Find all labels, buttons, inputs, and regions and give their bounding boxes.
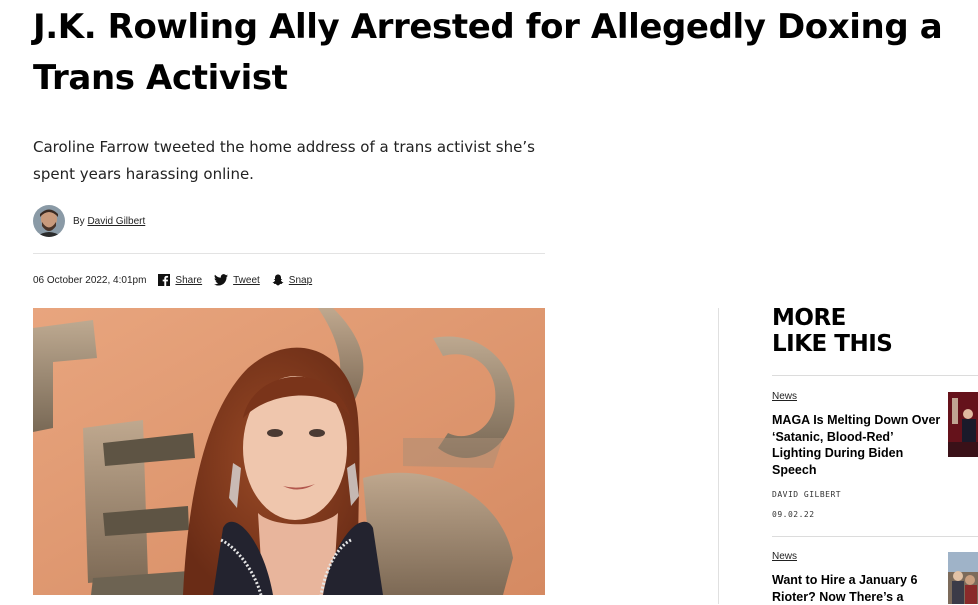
card-category-link[interactable]: News: [772, 551, 797, 562]
hero-image: [33, 308, 545, 595]
more-like-this-line1: MORE: [772, 305, 846, 331]
column-divider: [718, 308, 719, 604]
author-avatar[interactable]: [33, 205, 65, 237]
more-like-this-line2: LIKE THIS: [772, 331, 893, 357]
card-category-link[interactable]: News: [772, 391, 797, 402]
author-link[interactable]: David Gilbert: [87, 216, 145, 227]
card-title-link[interactable]: MAGA Is Melting Down Over ‘Satanic, Bloo…: [772, 412, 942, 479]
share-snapchat-label: Snap: [288, 274, 313, 286]
facebook-icon: [158, 274, 171, 286]
share-twitter-label: Tweet: [233, 274, 260, 286]
card-title-link[interactable]: Want to Hire a January 6 Rioter? Now The…: [772, 572, 942, 605]
card-separator: [772, 375, 978, 376]
card-date: 09.02.22: [772, 510, 815, 519]
share-snapchat-button[interactable]: Snap: [272, 274, 312, 286]
card-separator: [772, 536, 978, 537]
article-headline: J.K. Rowling Ally Arrested for Allegedly…: [33, 7, 943, 98]
share-facebook-label: Share: [175, 274, 203, 286]
share-twitter-button[interactable]: Tweet: [214, 274, 260, 286]
card-thumbnail[interactable]: [948, 552, 978, 604]
publish-date: 06 October 2022, 4:01pm: [33, 274, 147, 286]
article-dek: Caroline Farrow tweeted the home address…: [33, 138, 535, 183]
byline-text: By David Gilbert: [73, 216, 145, 227]
snapchat-icon: [272, 274, 284, 286]
article-meta: 06 October 2022, 4:01pm Share Tweet Snap: [33, 271, 312, 289]
byline: By David Gilbert: [33, 204, 145, 238]
card-author: DAVID GILBERT: [772, 490, 842, 499]
share-facebook-button[interactable]: Share: [158, 274, 202, 286]
twitter-icon: [214, 274, 229, 286]
more-like-this-heading: MORE LIKE THIS: [772, 305, 893, 357]
byline-divider: [33, 253, 545, 254]
byline-prefix: By: [73, 215, 85, 227]
card-thumbnail[interactable]: [948, 392, 978, 457]
